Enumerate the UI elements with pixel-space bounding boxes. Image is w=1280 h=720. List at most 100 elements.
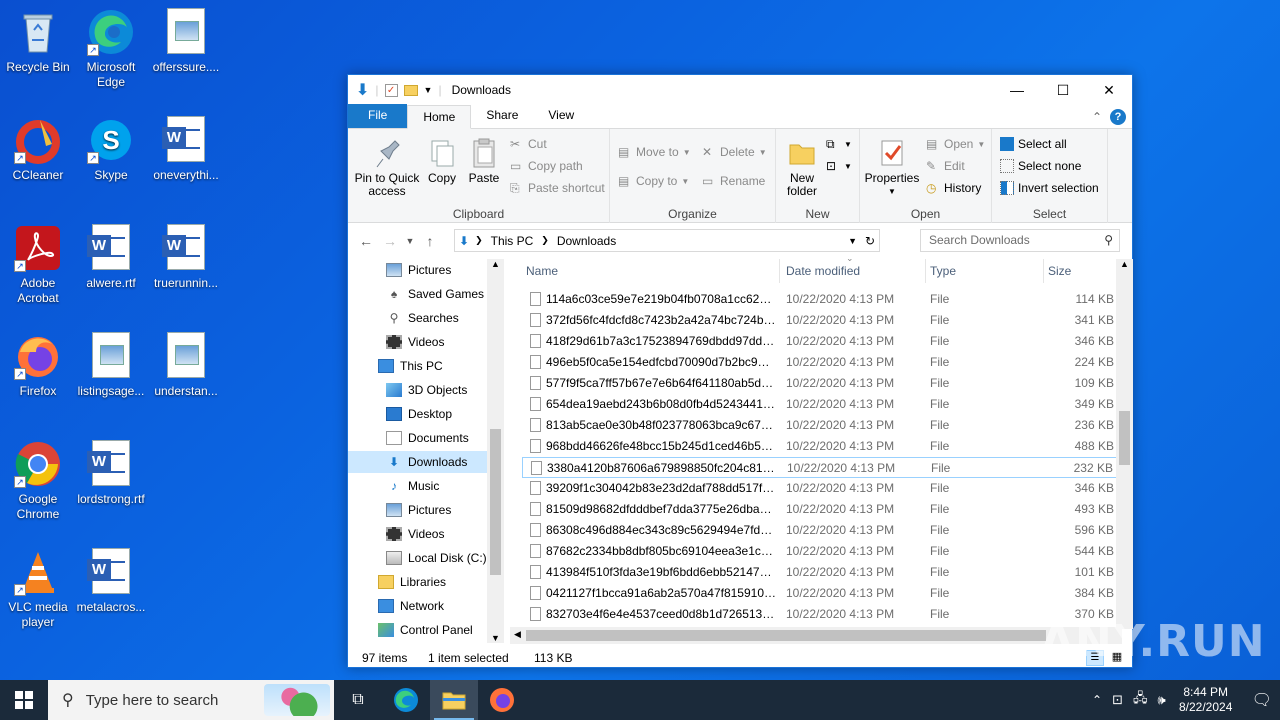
start-button[interactable] xyxy=(0,680,48,720)
file-row[interactable]: 3380a4120b87606a679898850fc204c81ccc... 1… xyxy=(522,457,1122,478)
file-row[interactable]: 832703e4f6e4e4537ceed0d8b1d726513f4c... 1… xyxy=(522,604,1122,625)
file-row[interactable]: 496eb5f0ca5e154edfcbd70090d7b2bc927... 10… xyxy=(522,352,1122,373)
scroll-left-icon[interactable]: ◀ xyxy=(514,629,521,640)
horizontal-scroll-thumb[interactable] xyxy=(526,630,1046,641)
file-row[interactable]: 372fd56fc4fdcfd8c7423b2a42a74bc724be... 1… xyxy=(522,310,1122,331)
nav-item-pictures[interactable]: Pictures xyxy=(386,499,486,521)
desktop-icon-offerssure[interactable]: offerssure.... xyxy=(148,8,224,75)
nav-item-pictures-user[interactable]: Pictures xyxy=(386,259,486,281)
nav-item-searches[interactable]: ⚲ Searches xyxy=(386,307,486,329)
desktop-icon-firefox[interactable]: ↗ Firefox xyxy=(0,332,76,399)
taskbar-file-explorer-button[interactable] xyxy=(430,680,478,720)
desktop-icon-ccleaner[interactable]: ↗ CCleaner xyxy=(0,116,76,183)
move-to-button[interactable]: ▤ Move to ▼ xyxy=(618,145,691,159)
desktop-icon-skype[interactable]: S ↗ Skype xyxy=(73,116,149,183)
file-row[interactable]: 968bdd46626fe48bcc15b245d1ced46b5b3... 10… xyxy=(522,436,1122,457)
scroll-down-icon[interactable]: ▼ xyxy=(487,633,504,643)
nav-item-this-pc[interactable]: This PC xyxy=(378,355,488,377)
refresh-icon[interactable]: ↻ xyxy=(865,234,875,248)
desktop-icon-vlc[interactable]: ↗ VLC media player xyxy=(0,548,76,630)
pin-quick-access-button[interactable]: Pin to Quick access xyxy=(354,137,420,198)
address-dropdown-icon[interactable]: ▼ xyxy=(848,236,857,246)
paste-button[interactable]: Paste xyxy=(464,137,504,185)
recent-locations-button[interactable]: ▼ xyxy=(402,236,418,246)
maximize-button[interactable]: ☐ xyxy=(1040,75,1086,105)
nav-item-control-panel[interactable]: Control Panel xyxy=(378,619,498,639)
select-none-button[interactable]: Select none xyxy=(1000,159,1081,173)
close-button[interactable]: ✕ xyxy=(1086,75,1132,105)
file-list-scroll-thumb[interactable] xyxy=(1119,411,1130,465)
scroll-up-icon[interactable]: ▲ xyxy=(487,259,504,273)
file-row[interactable]: 654dea19aebd243b6b08d0fb4d52434412c... 10… xyxy=(522,394,1122,415)
nav-pane-scrollbar[interactable]: ▲ ▼ xyxy=(487,259,504,643)
nav-item-libraries[interactable]: Libraries xyxy=(378,571,478,593)
file-row[interactable]: 114a6c03ce59e7e219b04fb0708a1cc62e06... 1… xyxy=(522,289,1122,310)
nav-pane-scroll-thumb[interactable] xyxy=(490,429,501,575)
file-list-scrollbar[interactable]: ▲ xyxy=(1116,259,1133,629)
desktop-icon-lordstrong[interactable]: W lordstrong.rtf xyxy=(73,440,149,507)
file-row[interactable]: 577f9f5ca7ff57b67e7e6b64f641180ab5db2...… xyxy=(522,373,1122,394)
taskbar-edge-button[interactable] xyxy=(382,680,430,720)
down-arrow-icon[interactable]: ⬇ xyxy=(356,80,369,100)
file-row[interactable]: 81509d98682dfdddbef7dda3775e26dbab6... 10… xyxy=(522,499,1122,520)
properties-button[interactable]: Properties ▼ xyxy=(864,137,920,198)
collapse-ribbon-icon[interactable]: ⌃ xyxy=(1092,110,1102,124)
new-folder-button[interactable]: New folder xyxy=(780,137,824,198)
desktop-icon-listingsage[interactable]: listingsage... xyxy=(73,332,149,399)
properties-check-icon[interactable]: ✓ xyxy=(384,83,398,97)
back-button[interactable]: ← xyxy=(354,233,378,249)
desktop-icon-chrome[interactable]: ↗ Google Chrome xyxy=(0,440,76,522)
desktop-icon-oneverythi[interactable]: W oneverythi... xyxy=(148,116,224,183)
address-bar[interactable]: ⬇ ❯ This PC ❯ Downloads ▼ ↻ xyxy=(454,229,880,252)
desktop-icon-recycle-bin[interactable]: Recycle Bin xyxy=(0,8,76,75)
select-all-button[interactable]: Select all xyxy=(1000,137,1067,151)
column-header-type[interactable]: Type xyxy=(926,259,1044,283)
copy-button[interactable]: Copy xyxy=(422,137,462,185)
nav-item-saved-games[interactable]: ♠ Saved Games xyxy=(386,283,496,305)
vm-status-icon[interactable]: ⊡ xyxy=(1112,692,1123,708)
file-row[interactable]: 39209f1c304042b83e23d2daf788dd517f7f... 1… xyxy=(522,478,1122,499)
scroll-up-icon[interactable]: ▲ xyxy=(1116,259,1133,273)
nav-item-music[interactable]: ♪ Music xyxy=(386,475,486,497)
file-row[interactable]: 86308c496d884ec343c89c5629494e7fd41f... 1… xyxy=(522,520,1122,541)
up-button[interactable]: ↑ xyxy=(418,233,442,249)
edit-button[interactable]: ✎ Edit xyxy=(926,159,965,173)
file-row[interactable]: 87682c2334bb8dbf805bc69104eea3e1c50... 10… xyxy=(522,541,1122,562)
nav-item-3d-objects[interactable]: 3D Objects xyxy=(386,379,496,401)
file-row[interactable]: 813ab5cae0e30b48f023778063bca9c673d... 10… xyxy=(522,415,1122,436)
delete-button[interactable]: ✕ Delete ▼ xyxy=(702,145,767,159)
column-header-size[interactable]: Size xyxy=(1044,259,1122,283)
copy-to-button[interactable]: ▤ Copy to ▼ xyxy=(618,174,689,188)
invert-selection-button[interactable]: Invert selection xyxy=(1000,181,1099,195)
cut-button[interactable]: ✂ Cut xyxy=(510,137,547,151)
desktop-icon-acrobat[interactable]: ↗ Adobe Acrobat xyxy=(0,224,76,306)
paste-shortcut-button[interactable]: ⎘ Paste shortcut xyxy=(510,181,605,195)
task-view-button[interactable]: ⧉ xyxy=(334,680,382,720)
nav-item-videos[interactable]: Videos xyxy=(386,523,486,545)
taskbar-firefox-button[interactable] xyxy=(478,680,526,720)
nav-item-documents[interactable]: Documents xyxy=(386,427,496,449)
file-list-horizontal-scrollbar[interactable]: ◀ xyxy=(510,627,1122,644)
network-icon[interactable]: 🖧 xyxy=(1133,689,1148,711)
minimize-button[interactable]: — xyxy=(994,75,1040,105)
volume-icon[interactable]: 🕪 xyxy=(1157,692,1165,708)
column-header-name[interactable]: Name xyxy=(522,259,780,283)
title-bar[interactable]: ⬇ | ✓ ▼ | Downloads — ☐ ✕ xyxy=(348,75,1132,105)
show-hidden-icons-icon[interactable]: ⌃ xyxy=(1092,693,1102,707)
breadcrumb-downloads[interactable]: Downloads xyxy=(557,234,616,248)
new-item-button[interactable]: ⧉ ▼ xyxy=(826,137,852,151)
search-input[interactable]: Search Downloads ⚲ xyxy=(920,229,1120,252)
nav-item-local-disk[interactable]: Local Disk (C:) xyxy=(386,547,502,569)
open-button[interactable]: ▤ Open ▼ xyxy=(926,137,985,151)
breadcrumb-this-pc[interactable]: This PC xyxy=(491,234,534,248)
taskbar-search-box[interactable]: ⚲ Type here to search xyxy=(48,680,334,720)
file-row[interactable]: 413984f510f3fda3e19bf6bdd6ebb5214786... 1… xyxy=(522,562,1122,583)
nav-item-videos-user[interactable]: Videos xyxy=(386,331,486,353)
nav-item-network[interactable]: Network xyxy=(378,595,478,617)
new-folder-icon[interactable] xyxy=(403,84,418,96)
customize-dropdown-icon[interactable]: ▼ xyxy=(424,85,433,95)
clock[interactable]: 8:44 PM 8/22/2024 xyxy=(1176,685,1236,715)
tab-home[interactable]: Home xyxy=(407,105,472,129)
desktop-icon-understan[interactable]: understan... xyxy=(148,332,224,399)
desktop-icon-alwere[interactable]: W alwere.rtf xyxy=(73,224,149,291)
